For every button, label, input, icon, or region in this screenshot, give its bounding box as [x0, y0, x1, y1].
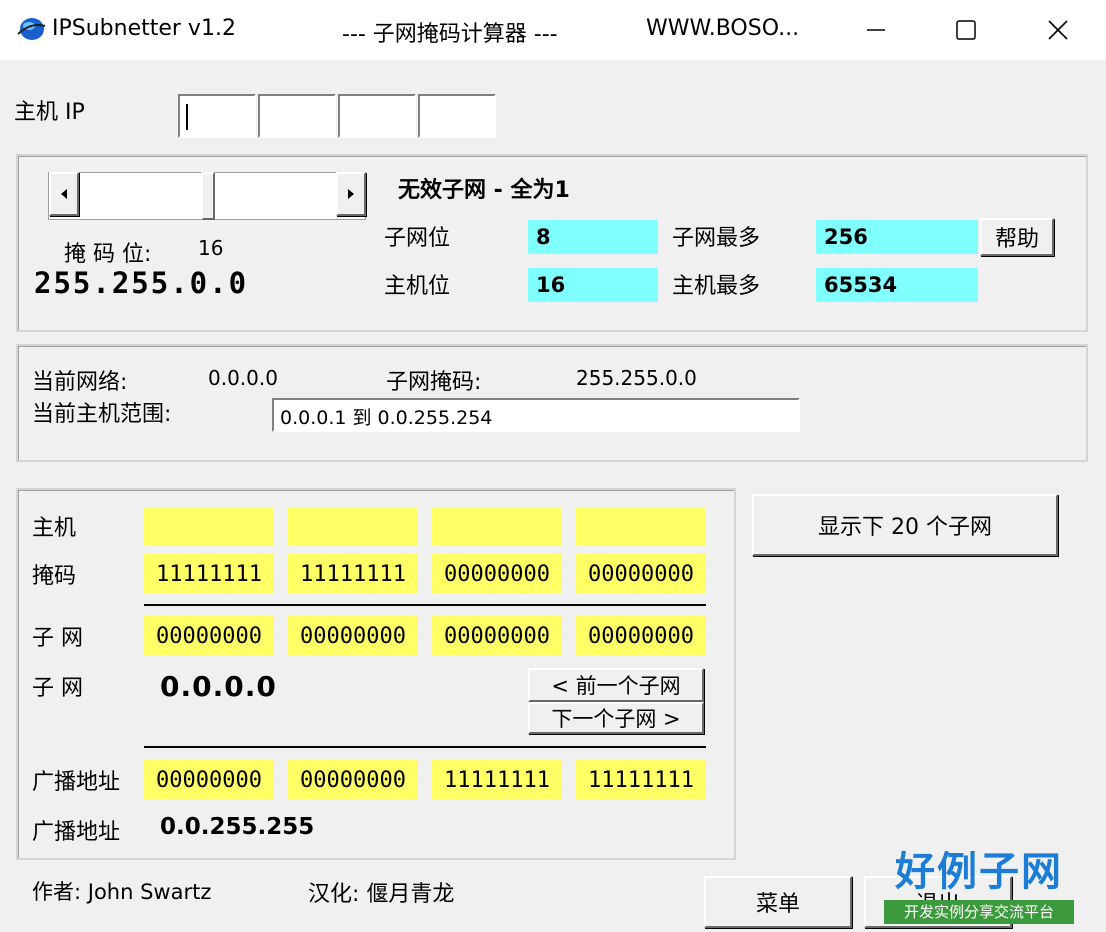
arrow-right-icon — [348, 189, 354, 199]
host-row-label: 主机 — [32, 516, 77, 541]
mask-bits-octet-3: 00000000 — [432, 554, 562, 594]
close-icon — [1048, 20, 1068, 40]
divider-or-line — [144, 746, 706, 748]
subnet-bits-label: 子网位 — [384, 226, 451, 251]
next-subnet-button[interactable]: 下一个子网 > — [528, 702, 704, 734]
arrow-left-icon — [61, 189, 67, 199]
max-hosts-label: 主机最多 — [672, 274, 761, 299]
show-next-20-button[interactable]: 显示下 20 个子网 — [752, 494, 1058, 556]
max-subnets-label: 子网最多 — [672, 226, 761, 251]
max-subnets-value: 256 — [816, 220, 978, 254]
mask-bits-octet-4: 00000000 — [576, 554, 706, 594]
host-ip-octet-4[interactable] — [418, 94, 496, 138]
host-ip-octet-3[interactable] — [338, 94, 416, 138]
menu-button[interactable]: 菜单 — [704, 876, 852, 928]
close-button[interactable] — [1028, 10, 1088, 50]
mask-bits-label: 掩 码 位: — [64, 242, 152, 267]
subnet-bits-octet-1: 00000000 — [144, 616, 274, 656]
watermark-brand: 好例子网 — [895, 849, 1063, 895]
broadcast-bits-octet-2: 00000000 — [288, 760, 418, 800]
slider-right-button[interactable] — [336, 172, 366, 216]
author-text: 作者: John Swartz — [32, 880, 212, 904]
current-network-value: 0.0.0.0 — [208, 366, 278, 390]
subnet-status-text: 无效子网 - 全为1 — [398, 178, 570, 203]
app-globe-icon — [17, 18, 46, 40]
host-bits-octet-3 — [432, 508, 562, 546]
mask-bits-octet-2: 11111111 — [288, 554, 418, 594]
broadcast-dotted-value: 0.0.255.255 — [160, 814, 315, 840]
host-range-label: 当前主机范围: — [32, 402, 172, 427]
subnet-bits-octet-3: 00000000 — [432, 616, 562, 656]
subnet-bits-row-label: 子 网 — [32, 626, 83, 651]
host-ip-label: 主机 IP — [14, 100, 85, 125]
subnet-bits-octet-4: 00000000 — [576, 616, 706, 656]
maximize-button[interactable] — [936, 10, 996, 50]
watermark-tagline: 开发实例分享交流平台 — [884, 900, 1074, 924]
window-site: WWW.BOSO... — [646, 16, 800, 41]
broadcast-bits-octet-3: 11111111 — [432, 760, 562, 800]
mask-dotted-value: 255.255.0.0 — [34, 266, 249, 300]
subnet-bits-value: 8 — [528, 220, 658, 254]
window-title: IPSubnetter v1.2 — [52, 16, 236, 41]
current-network-label: 当前网络: — [32, 370, 128, 395]
text-cursor — [186, 104, 188, 130]
minimize-icon — [867, 29, 885, 31]
maximize-icon — [956, 20, 976, 40]
window-subtitle: --- 子网掩码计算器 --- — [342, 22, 558, 47]
host-bits-label: 主机位 — [384, 274, 451, 299]
broadcast-bits-octet-1: 00000000 — [144, 760, 274, 800]
subnet-mask-value: 255.255.0.0 — [576, 366, 697, 390]
slider-thumb[interactable] — [201, 172, 215, 220]
host-bits-octet-1 — [144, 508, 274, 546]
mask-bits-octet-1: 11111111 — [144, 554, 274, 594]
host-range-field[interactable]: 0.0.0.1 到 0.0.255.254 — [272, 398, 800, 432]
broadcast-bits-label: 广播地址 — [32, 770, 121, 795]
host-ip-octet-2[interactable] — [258, 94, 336, 138]
host-bits-octet-2 — [288, 508, 418, 546]
host-bits-value: 16 — [528, 268, 658, 302]
minimize-button[interactable] — [846, 10, 906, 50]
broadcast-bits-octet-4: 11111111 — [576, 760, 706, 800]
subnet-bits-octet-2: 00000000 — [288, 616, 418, 656]
prev-subnet-button[interactable]: < 前一个子网 — [528, 668, 704, 702]
mask-bits-value: 16 — [198, 236, 224, 260]
slider-left-button[interactable] — [49, 172, 79, 216]
subnet-mask-label: 子网掩码: — [386, 370, 482, 395]
max-hosts-value: 65534 — [816, 268, 978, 302]
mask-row-label: 掩码 — [32, 564, 77, 589]
host-ip-octet-1[interactable] — [178, 94, 256, 138]
subnet-dotted-value: 0.0.0.0 — [160, 670, 277, 703]
host-bits-octet-4 — [576, 508, 706, 546]
subnet-dotted-label: 子 网 — [32, 676, 83, 701]
divider-and-line — [144, 604, 706, 606]
translator-text: 汉化: 偃月青龙 — [308, 882, 455, 907]
watermark-logo: 好例子网 开发实例分享交流平台 — [884, 848, 1074, 926]
help-button[interactable]: 帮助 — [980, 218, 1054, 256]
broadcast-dotted-label: 广播地址 — [32, 820, 121, 845]
